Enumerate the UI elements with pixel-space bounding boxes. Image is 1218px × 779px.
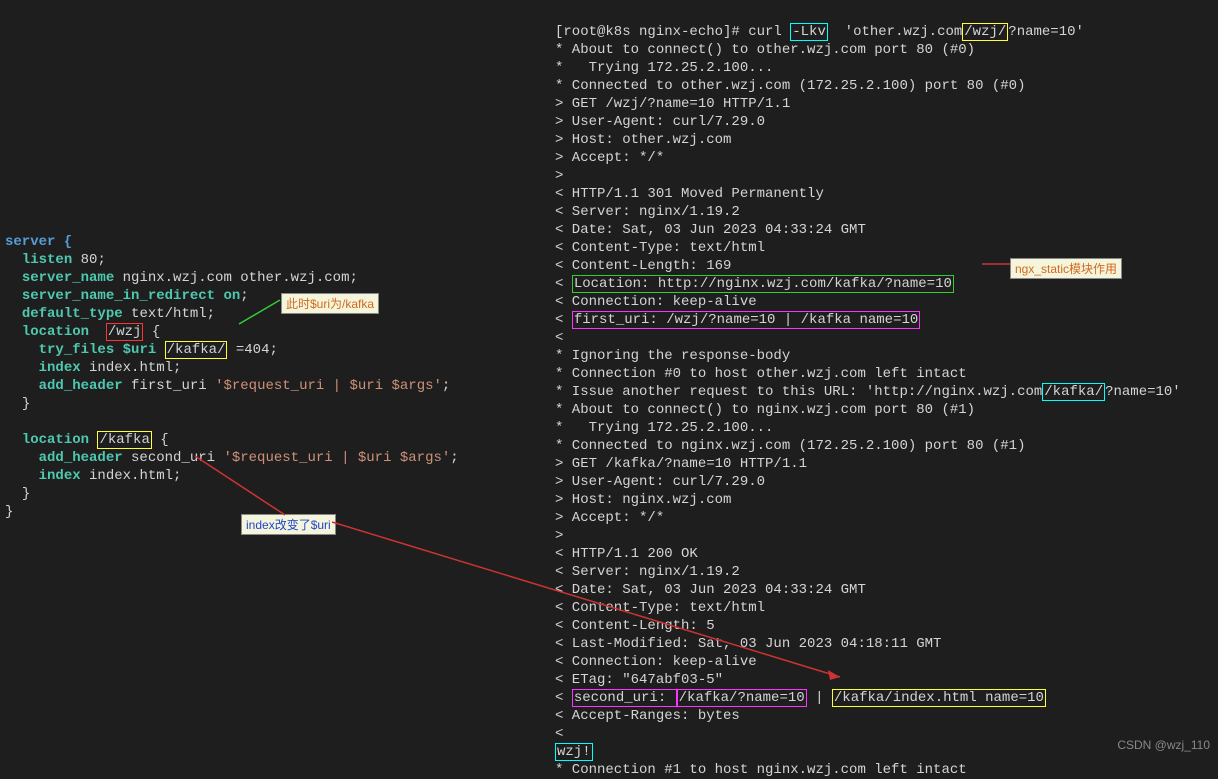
location-kafka: /kafka (97, 431, 151, 449)
location-wzj: /wzj (106, 323, 144, 341)
second-uri-request: /kafka/?name=10 (677, 689, 807, 707)
url-wzj: /wzj/ (962, 23, 1008, 41)
curl-flag: -Lkv (790, 23, 828, 41)
location-header: Location: http://nginx.wzj.com/kafka/?na… (572, 275, 954, 293)
annotation-uri-kafka: 此时$uri为/kafka (281, 293, 379, 314)
second-uri-name: second_uri: (572, 689, 677, 707)
first-uri-header: first_uri: /wzj/?name=10 | /kafka name=1… (572, 311, 920, 329)
second-uri-resolved: /kafka/index.html name=10 (832, 689, 1046, 707)
server-keyword: server { (5, 234, 72, 250)
annotation-ngx-static: ngx_static模块作用 (1010, 258, 1122, 279)
annotation-index-change: index改变了$uri (241, 514, 336, 535)
nginx-config: server { listen 80; server_name nginx.wz… (5, 215, 459, 521)
kafka-url: /kafka/ (1042, 383, 1105, 401)
curl-output: [root@k8s nginx-echo]# curl -Lkv 'other.… (555, 5, 1181, 779)
kafka-path: /kafka/ (165, 341, 228, 359)
response-body: wzj! (555, 743, 593, 761)
watermark: CSDN @wzj_110 (1117, 738, 1210, 752)
